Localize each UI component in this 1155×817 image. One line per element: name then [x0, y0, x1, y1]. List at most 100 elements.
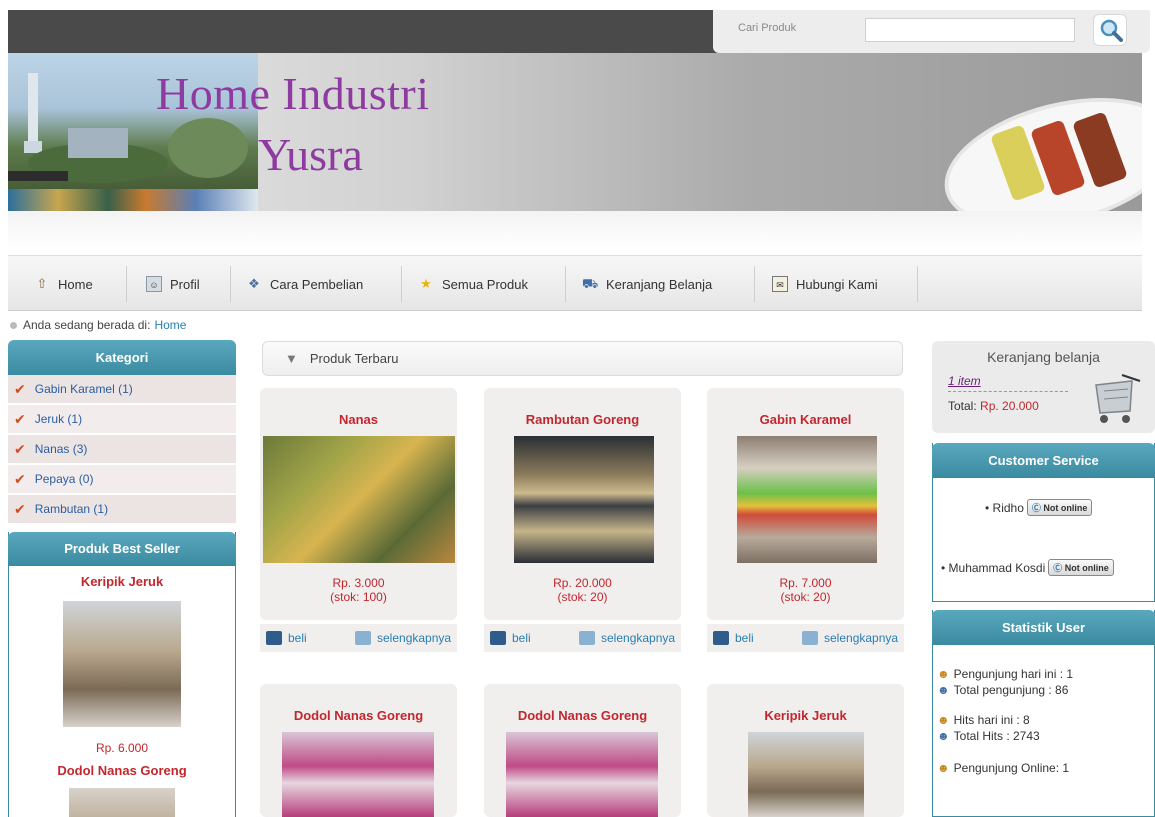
category-item[interactable]: ✔ Pepaya (0) — [8, 465, 236, 495]
bullet-icon — [10, 321, 17, 329]
nav-divider — [565, 266, 566, 302]
cart-total-label: Total: — [948, 399, 977, 413]
stat-row: ☻ Total pengunjung : 86 — [937, 682, 1073, 698]
best-seller-panel: Produk Best Seller Keripik Jeruk Rp. 6.0… — [8, 532, 236, 817]
product-image[interactable] — [63, 601, 181, 727]
category-item[interactable]: ✔ Jeruk (1) — [8, 405, 236, 435]
product-name[interactable]: Nanas — [260, 412, 457, 427]
category-item[interactable]: ✔ Gabin Karamel (1) — [8, 375, 236, 405]
stat-row: ☻ Total Hits : 2743 — [937, 728, 1073, 744]
nav-keranjang[interactable]: ⛟ Keranjang Belanja — [582, 256, 712, 312]
stock-text: (stok: 20) — [557, 590, 608, 604]
car-icon: ⛟ — [582, 276, 599, 291]
cart-items-link[interactable]: 1 item — [948, 374, 981, 388]
detail-link[interactable]: selengkapnya — [579, 631, 675, 645]
top-bar: Cari Produk — [8, 10, 1150, 53]
search-input[interactable] — [865, 18, 1075, 42]
stat-text: Total pengunjung : 86 — [953, 683, 1069, 697]
check-icon: ✔ — [14, 380, 26, 397]
product-image[interactable] — [282, 732, 434, 817]
product-card: Dodol Nanas Goreng — [484, 684, 681, 817]
stock-text: (stok: 20) — [780, 590, 831, 604]
buy-label: beli — [512, 631, 531, 645]
users-icon: ☻ — [937, 713, 950, 727]
customer-service-panel: Customer Service • Ridho Ⓒ Not online • … — [932, 443, 1155, 602]
stat-text: Pengunjung hari ini : 1 — [953, 667, 1074, 681]
check-icon: ✔ — [14, 410, 26, 427]
product-price: Rp. 20.000 (stok: 20) — [484, 576, 681, 604]
breadcrumb-prefix: Anda sedang berada di: — [23, 318, 151, 332]
product-name[interactable]: Keripik Jeruk — [707, 708, 904, 723]
nav-divider — [401, 266, 402, 302]
home-icon: ⇧ — [36, 276, 48, 291]
search-area: Cari Produk — [713, 10, 1150, 53]
category-item[interactable]: ✔ Nanas (3) — [8, 435, 236, 465]
product-image[interactable] — [263, 436, 455, 563]
category-panel: Kategori ✔ Gabin Karamel (1) ✔ Jeruk (1) ✔… — [8, 340, 236, 525]
product-image[interactable] — [748, 732, 864, 817]
divider — [948, 391, 1068, 392]
product-image[interactable] — [514, 436, 654, 563]
buy-link[interactable]: beli — [713, 631, 754, 645]
best-seller-name[interactable]: Dodol Nanas Goreng — [9, 763, 235, 778]
stat-row: ☻ Hits hari ini : 8 — [937, 712, 1073, 728]
cart-icon — [713, 631, 729, 645]
product-image[interactable] — [737, 436, 877, 563]
price-text: Rp. 7.000 — [779, 576, 832, 590]
statistics-title: Statistik User — [932, 610, 1155, 645]
buy-label: beli — [288, 631, 307, 645]
product-name[interactable]: Gabin Karamel — [707, 412, 904, 427]
status-badge[interactable]: Ⓒ Not online — [1048, 559, 1114, 576]
status-badge[interactable]: Ⓒ Not online — [1026, 499, 1093, 516]
nav-keranjang-label: Keranjang Belanja — [606, 276, 713, 292]
search-button[interactable] — [1093, 14, 1127, 46]
product-image[interactable] — [69, 788, 175, 817]
buy-link[interactable]: beli — [490, 631, 531, 645]
product-price: Rp. 3.000 (stok: 100) — [260, 576, 457, 604]
nav-profil[interactable]: ☺ Profil — [146, 256, 200, 312]
product-name[interactable]: Dodol Nanas Goreng — [260, 708, 457, 723]
chat-icon: Ⓒ — [1031, 503, 1041, 513]
product-card: Dodol Nanas Goreng — [260, 684, 457, 817]
detail-link[interactable]: selengkapnya — [355, 631, 451, 645]
product-image[interactable] — [506, 732, 658, 817]
category-list: ✔ Gabin Karamel (1) ✔ Jeruk (1) ✔ Nanas (3)… — [8, 375, 236, 525]
buy-link[interactable]: beli — [266, 631, 307, 645]
detail-label: selengkapnya — [824, 631, 899, 645]
status-text: Not online — [1043, 503, 1088, 513]
chat-icon: Ⓒ — [1053, 563, 1063, 573]
breadcrumb: Anda sedang berada di: Home — [10, 318, 186, 332]
stat-row: ☻ Pengunjung hari ini : 1 — [937, 666, 1073, 682]
cart-icon — [490, 631, 506, 645]
stat-text: Total Hits : 2743 — [953, 729, 1040, 743]
search-label: Cari Produk — [738, 22, 797, 34]
detail-link[interactable]: selengkapnya — [802, 631, 898, 645]
stat-text: Pengunjung Online: 1 — [953, 761, 1070, 775]
nav-cara-pembelian[interactable]: ❖ Cara Pembelian — [246, 256, 363, 312]
site-title-line2: Yusra — [258, 129, 363, 180]
main-nav: ⇧ Home ☺ Profil ❖ Cara Pembelian ★ Semua… — [8, 255, 1142, 311]
nav-profil-label: Profil — [170, 276, 200, 292]
category-item[interactable]: ✔ Rambutan (1) — [8, 495, 236, 525]
detail-label: selengkapnya — [377, 631, 452, 645]
nav-hubungi[interactable]: ✉ Hubungi Kami — [772, 256, 878, 312]
agent-row: • Ridho Ⓒ Not online — [985, 499, 1093, 516]
breadcrumb-home-link[interactable]: Home — [154, 318, 186, 332]
header-banner: Home Industri Yusra — [8, 53, 1142, 211]
banner-strip — [8, 189, 258, 211]
cart-panel: Keranjang belanja 1 item Total: Rp. 20.0… — [932, 341, 1155, 433]
product-name[interactable]: Rambutan Goreng — [484, 412, 681, 427]
category-label: Rambutan (1) — [34, 502, 109, 516]
product-name[interactable]: Dodol Nanas Goreng — [484, 708, 681, 723]
nav-home[interactable]: ⇧ Home — [34, 256, 93, 312]
price-text: Rp. 20.000 — [553, 576, 612, 590]
best-seller-price: Rp. 6.000 — [95, 741, 149, 755]
latest-products-header: ▼ Produk Terbaru — [262, 341, 903, 376]
best-seller-title: Produk Best Seller — [8, 532, 236, 566]
product-card: Keripik Jeruk — [707, 684, 904, 817]
nav-semua-produk[interactable]: ★ Semua Produk — [418, 256, 528, 312]
stock-text: (stok: 100) — [330, 590, 387, 604]
product-price: Rp. 7.000 (stok: 20) — [707, 576, 904, 604]
nav-cara-label: Cara Pembelian — [270, 276, 364, 292]
best-seller-name[interactable]: Keripik Jeruk — [9, 574, 235, 589]
